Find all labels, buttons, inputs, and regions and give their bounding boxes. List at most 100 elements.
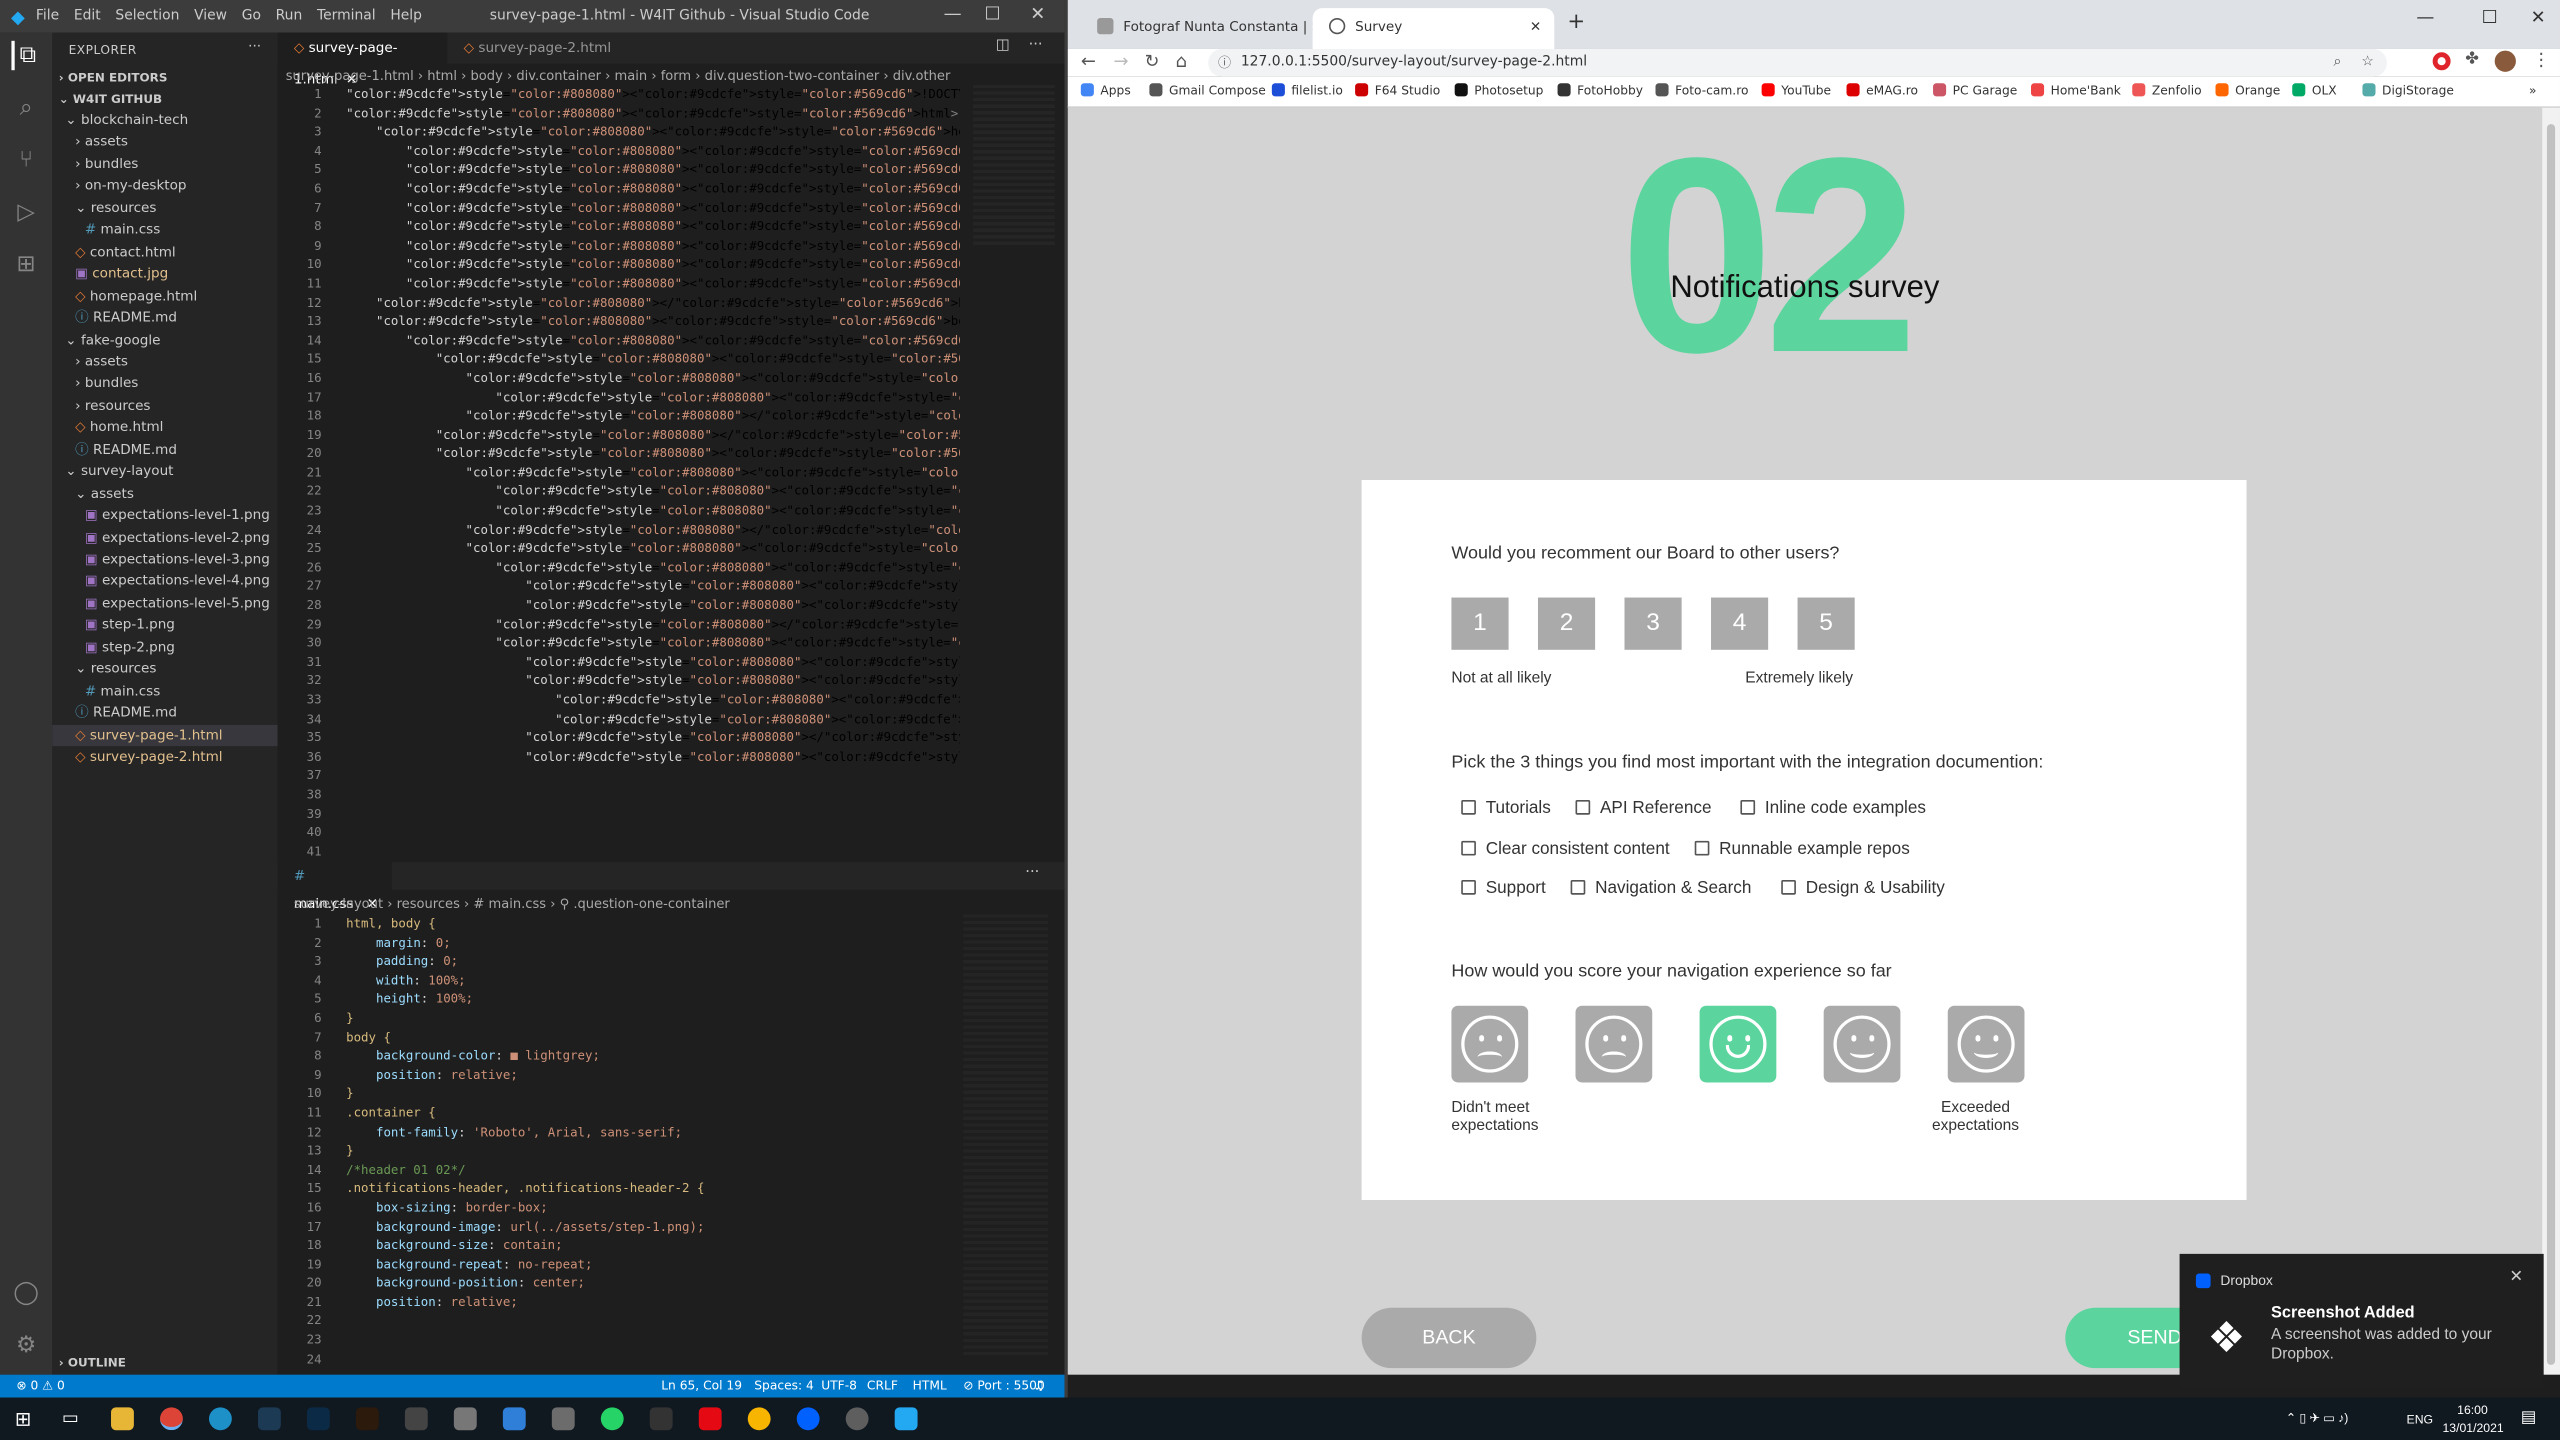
tree-item[interactable]: › on-my-desktop (75, 175, 186, 196)
bookmark-fotohobby[interactable]: FotoHobby (1557, 83, 1643, 98)
tree-item[interactable]: › assets (75, 131, 128, 152)
address-bar[interactable]: ⓘ 127.0.0.1:5500/survey-layout/survey-pa… (1208, 48, 2387, 77)
open-editors-section[interactable]: › OPEN EDITORS (59, 67, 168, 88)
score-face-4[interactable] (1823, 1005, 1901, 1083)
option-tutorials[interactable]: Tutorials (1461, 798, 1551, 818)
tree-item[interactable]: ⓘ README.md (75, 439, 177, 460)
app-icon[interactable] (796, 1407, 820, 1431)
option-inline-code-examples[interactable]: Inline code examples (1740, 798, 1926, 818)
account-icon[interactable]: ◯ (11, 1278, 40, 1307)
run-debug-icon[interactable]: ▷ (11, 198, 40, 227)
breadcrumb-top[interactable]: survey-page-1.html › html › body › div.c… (286, 69, 1057, 84)
tree-item[interactable]: # main.css (85, 219, 160, 240)
opera-extension-icon[interactable] (2432, 52, 2451, 71)
chrome-icon[interactable] (159, 1407, 183, 1431)
menu-item-help[interactable]: Help (390, 8, 422, 24)
menu-item-file[interactable]: File (36, 8, 59, 24)
vscode-taskbar-icon[interactable] (894, 1407, 918, 1431)
problems-indicator[interactable]: ⊗ 0 ⚠ 0 (16, 1375, 65, 1398)
bridge-icon[interactable] (355, 1407, 379, 1431)
edge-icon[interactable] (208, 1407, 232, 1431)
checkbox[interactable] (1570, 879, 1586, 895)
tree-item[interactable]: ⌄ assets (75, 483, 134, 504)
more-actions-icon[interactable]: ··· (1025, 865, 1039, 881)
app-icon[interactable] (404, 1407, 428, 1431)
score-face-5[interactable] (1947, 1005, 2025, 1083)
chrome-tab-photographer[interactable]: Fotograf Nunta Constanta | Sim (1081, 8, 1313, 49)
tree-item[interactable]: ▣ contact.jpg (75, 263, 168, 284)
encoding[interactable]: UTF-8 (821, 1375, 857, 1398)
whatsapp-icon[interactable] (600, 1407, 624, 1431)
cursor-position[interactable]: Ln 65, Col 19 (661, 1375, 742, 1398)
rating-button-1[interactable]: 1 (1451, 597, 1509, 650)
menu-item-terminal[interactable]: Terminal (317, 8, 376, 24)
checkbox[interactable] (1694, 839, 1710, 855)
profile-avatar[interactable] (2494, 50, 2516, 72)
bookmark-home-bank[interactable]: Home'Bank (2031, 83, 2121, 98)
tree-item[interactable]: ⌄ resources (75, 658, 156, 679)
file-explorer-icon[interactable] (111, 1407, 134, 1431)
more-actions-icon[interactable]: ··· (1029, 38, 1043, 54)
reload-icon[interactable]: ↻ (1144, 51, 1159, 72)
menu-item-run[interactable]: Run (276, 8, 303, 24)
workspace-section[interactable]: ⌄ W4IT GITHUB (59, 88, 162, 109)
checkbox[interactable] (1781, 879, 1796, 895)
tab-main-css[interactable]: # main.css ✕ (277, 862, 392, 911)
chrome-tab-survey[interactable]: Survey ✕ (1312, 8, 1555, 49)
score-face-2[interactable] (1575, 1005, 1653, 1083)
bookmark-digistorage[interactable]: DigiStorage (2362, 83, 2454, 98)
tree-item[interactable]: › assets (75, 351, 128, 372)
tree-item[interactable]: ◇ survey-page-1.html (52, 724, 278, 746)
maximize-icon[interactable]: ☐ (2482, 7, 2498, 28)
photoshop-icon[interactable] (306, 1407, 330, 1431)
rating-button-4[interactable]: 4 (1711, 597, 1769, 650)
menu-item-edit[interactable]: Edit (74, 8, 101, 24)
indentation[interactable]: Spaces: 4 (754, 1375, 814, 1398)
tree-item[interactable]: ⓘ README.md (75, 702, 177, 723)
rating-button-2[interactable]: 2 (1537, 597, 1596, 650)
tab-survey-page-2[interactable]: ◇ survey-page-2.html (447, 33, 627, 64)
task-view-icon[interactable]: ▭ (62, 1407, 79, 1428)
tree-item[interactable]: ◇ homepage.html (75, 285, 197, 306)
bookmark-youtube[interactable]: YouTube (1761, 83, 1831, 98)
app-icon[interactable] (453, 1407, 477, 1431)
close-icon[interactable]: ✕ (2531, 7, 2546, 28)
back-arrow-icon[interactable]: ← (1081, 51, 1096, 72)
close-tab-icon[interactable]: ✕ (1530, 8, 1541, 44)
tree-item[interactable]: ⌄ resources (75, 197, 156, 218)
option-design-usability[interactable]: Design & Usability (1781, 878, 1945, 898)
zoom-search-icon[interactable]: ⌕ (2333, 49, 2341, 77)
menu-item-go[interactable]: Go (242, 8, 261, 24)
tree-item[interactable]: ⌄ blockchain-tech (65, 109, 188, 130)
app-icon[interactable] (747, 1407, 771, 1431)
extensions-icon[interactable]: ⊞ (11, 250, 40, 279)
bookmark-orange[interactable]: Orange (2215, 83, 2280, 98)
tab-survey-page-1[interactable]: ◇ survey-page-1.html ✕ (277, 32, 448, 87)
score-face-3[interactable] (1699, 1005, 1777, 1083)
breadcrumb-bottom[interactable]: survey-layout › resources › # main.css ›… (294, 896, 730, 911)
back-button[interactable]: BACK (1361, 1307, 1537, 1369)
bookmark-f64-studio[interactable]: F64 Studio (1355, 83, 1440, 98)
option-navigation-search[interactable]: Navigation & Search (1570, 878, 1751, 898)
more-actions-icon[interactable]: ··· (248, 38, 261, 54)
tree-item[interactable]: ▣ expectations-level-5.png (85, 592, 270, 613)
clock-time[interactable]: 16:00 (2457, 1402, 2488, 1417)
bookmark-filelist-io[interactable]: filelist.io (1271, 83, 1343, 98)
bookmark-olx[interactable]: OLX (2292, 83, 2337, 98)
checkbox[interactable] (1575, 799, 1591, 815)
notifications-bell-icon[interactable]: ♫ (1033, 1375, 1044, 1398)
new-tab-icon[interactable]: + (1567, 10, 1585, 34)
css-code-editor[interactable]: html, body { margin: 0; padding: 0; widt… (346, 914, 960, 1371)
tree-item[interactable]: ▣ step-1.png (85, 614, 175, 635)
tree-item[interactable]: ▣ step-2.png (85, 636, 175, 657)
explorer-icon[interactable]: ⧉ (11, 40, 40, 71)
bookmark-pc-garage[interactable]: PC Garage (1933, 83, 2017, 98)
tree-item[interactable]: › resources (75, 395, 150, 416)
page-scrollbar[interactable] (2542, 107, 2560, 1375)
app-icon[interactable] (551, 1407, 575, 1431)
clock-date[interactable]: 13/01/2021 (2442, 1420, 2503, 1435)
windows-start-icon[interactable]: ⊞ (15, 1407, 31, 1430)
tree-item[interactable]: ▣ expectations-level-3.png (85, 549, 270, 570)
option-api-reference[interactable]: API Reference (1575, 798, 1712, 818)
menu-item-selection[interactable]: Selection (115, 8, 179, 24)
